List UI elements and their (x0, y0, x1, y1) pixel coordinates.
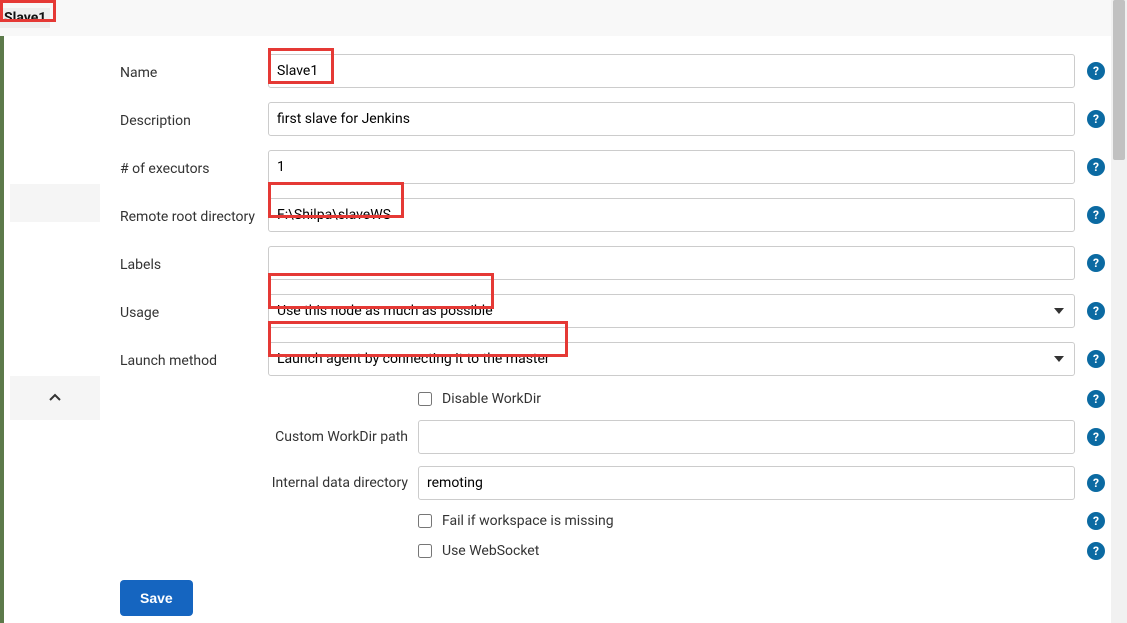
label-description: Description (120, 109, 268, 129)
scrollbar-thumb[interactable] (1113, 0, 1125, 160)
label-labels: Labels (120, 253, 268, 273)
help-icon[interactable]: ? (1087, 254, 1105, 272)
input-executors[interactable] (268, 150, 1075, 184)
row-name: Name ? (120, 54, 1107, 88)
checkbox-fail-if-missing[interactable] (418, 514, 432, 528)
label-disable-workdir: Disable WorkDir (442, 391, 1085, 407)
main-content: Name ? Description ? # of executors (100, 36, 1127, 623)
row-fail-if-missing: Fail if workspace is missing ? (268, 512, 1107, 530)
help-icon[interactable]: ? (1087, 428, 1105, 446)
label-launch-method: Launch method (120, 349, 268, 369)
sidebar-item[interactable] (10, 184, 100, 222)
page-root: Slave1 Name ? Descr (0, 0, 1127, 623)
checkbox-use-websocket[interactable] (418, 544, 432, 558)
help-icon[interactable]: ? (1087, 474, 1105, 492)
input-internal-data-dir[interactable] (418, 466, 1075, 500)
help-icon[interactable]: ? (1087, 512, 1105, 530)
label-remote-root: Remote root directory (120, 205, 268, 225)
select-launch-method[interactable]: Launch agent by connecting it to the mas… (268, 342, 1075, 376)
help-icon[interactable]: ? (1087, 302, 1105, 320)
label-internal-data-dir: Internal data directory (268, 475, 418, 491)
row-disable-workdir: Disable WorkDir ? (268, 390, 1107, 408)
row-custom-workdir: Custom WorkDir path ? (268, 420, 1107, 454)
checkbox-disable-workdir[interactable] (418, 392, 432, 406)
label-name: Name (120, 61, 268, 81)
input-custom-workdir[interactable] (418, 420, 1075, 454)
help-icon[interactable]: ? (1087, 62, 1105, 80)
row-launch-method: Launch method Launch agent by connecting… (120, 342, 1107, 376)
row-internal-data-dir: Internal data directory ? (268, 466, 1107, 500)
row-usage: Usage Use this node as much as possible … (120, 294, 1107, 328)
help-icon[interactable]: ? (1087, 542, 1105, 560)
row-executors: # of executors ? (120, 150, 1107, 184)
label-use-websocket: Use WebSocket (442, 543, 1085, 559)
label-fail-if-missing: Fail if workspace is missing (442, 513, 1085, 529)
launch-method-subsection: Disable WorkDir ? Custom WorkDir path ? … (268, 390, 1107, 560)
sidebar (0, 36, 100, 623)
select-usage[interactable]: Use this node as much as possible (268, 294, 1075, 328)
help-icon[interactable]: ? (1087, 350, 1105, 368)
row-use-websocket: Use WebSocket ? (268, 542, 1107, 560)
sidebar-collapse-button[interactable] (10, 376, 100, 420)
label-usage: Usage (120, 301, 268, 321)
page-title: Slave1 (0, 8, 50, 28)
help-icon[interactable]: ? (1087, 110, 1105, 128)
sidebar-edge (0, 36, 10, 623)
help-icon[interactable]: ? (1087, 206, 1105, 224)
body-wrap: Name ? Description ? # of executors (0, 36, 1127, 623)
scrollbar[interactable] (1111, 0, 1127, 623)
help-icon[interactable]: ? (1087, 390, 1105, 408)
label-custom-workdir: Custom WorkDir path (268, 429, 418, 445)
row-remote-root: Remote root directory ? (120, 198, 1107, 232)
input-labels[interactable] (268, 246, 1075, 280)
help-icon[interactable]: ? (1087, 158, 1105, 176)
chevron-up-icon (48, 391, 62, 405)
input-description[interactable] (268, 102, 1075, 136)
input-remote-root[interactable] (268, 198, 1075, 232)
row-description: Description ? (120, 102, 1107, 136)
header-bar: Slave1 (0, 0, 1127, 36)
save-button[interactable]: Save (120, 580, 193, 616)
label-executors: # of executors (120, 157, 268, 177)
input-name[interactable] (268, 54, 1075, 88)
row-save: Save (120, 580, 1107, 616)
row-labels: Labels ? (120, 246, 1107, 280)
